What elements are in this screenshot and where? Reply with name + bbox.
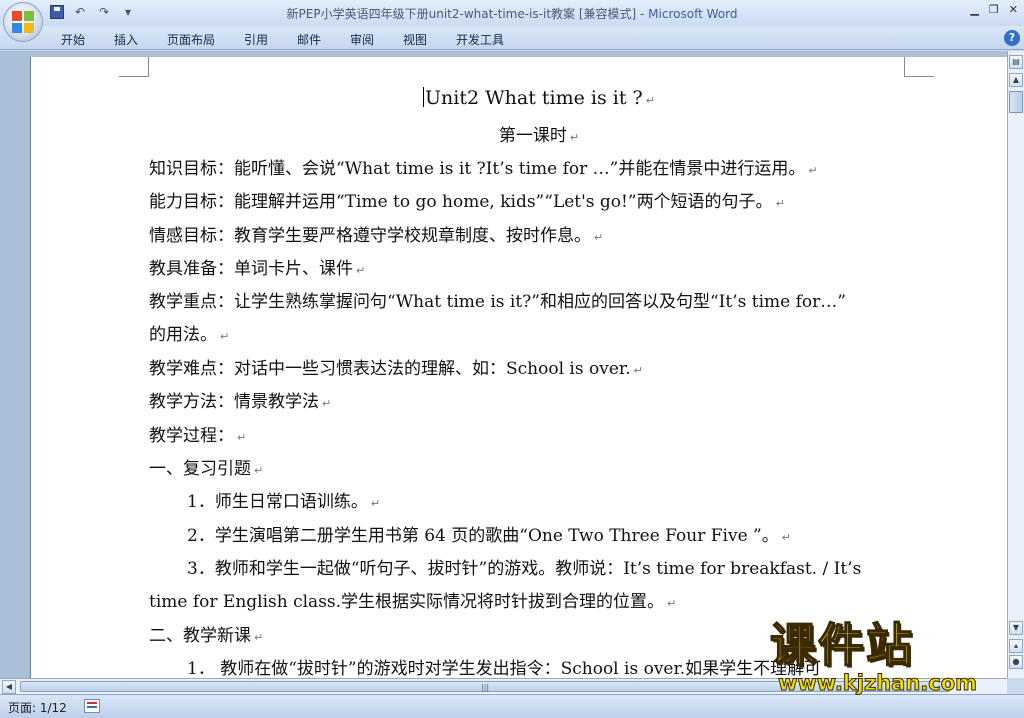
scroll-left-icon[interactable]: ◀ [2,680,16,694]
paragraph: 能力目标：能理解并运用“Time to go home, kids”“Let's… [149,192,785,212]
list-item-continuation: time for English class.学生根据实际情况将时针拔到合理的位… [149,592,677,612]
restore-button[interactable]: ❐ [989,3,999,16]
paragraph: 知识目标：能听懂、会说“What time is it ?It’s time f… [149,159,818,179]
office-logo-icon [12,11,34,33]
window-controls: ▁ ❐ ✕ [970,3,1018,16]
watermark-url: www.kjzhan.com [778,671,978,695]
paragraph: 教学难点：对话中一些习惯表达法的理解、如：School is over. ↵ [149,359,643,379]
help-icon[interactable]: ? [1004,30,1020,46]
document-page[interactable]: Unit2 What time is it ? ↵ 第一课时 ↵ 知识目标：能听懂、… [30,57,1007,678]
list-item: 1． 教师在做“拔时针”的游戏时对学生发出指令：School is over.如… [187,659,822,678]
text-cursor [423,87,425,107]
section-heading: 二、教学新课 ↵ [149,626,264,646]
tab-home[interactable]: 开始 [61,31,85,48]
paragraph: 教学重点：让学生熟练掌握问句“What time is it?”和相应的回答以及… [149,292,846,312]
tab-mailings[interactable]: 邮件 [297,31,321,48]
document-title: Unit2 What time is it ? ↵ [423,87,655,109]
watermark-text: 课件站 [769,617,914,673]
select-browse-object-icon[interactable]: ● [1009,655,1023,669]
tab-developer[interactable]: 开发工具 [456,31,504,48]
vertical-scrollbar[interactable]: ▤ ▲ ▼ ▴ ● [1007,51,1024,678]
app-name: Microsoft Word [648,7,738,21]
proofing-status-icon[interactable] [84,699,100,713]
status-bar: 页面: 1/12 [0,694,1024,718]
vertical-scroll-thumb[interactable] [1009,91,1023,113]
document-subtitle: 第一课时 ↵ [498,126,580,146]
minimize-button[interactable]: ▁ [970,3,978,16]
page-count[interactable]: 页面: 1/12 [8,699,67,716]
close-button[interactable]: ✕ [1009,3,1018,16]
tab-review[interactable]: 审阅 [350,31,374,48]
paragraph: 情感目标：教育学生要严格遵守学校规章制度、按时作息。 ↵ [149,226,604,246]
window-title: 新PEP小学英语四年级下册unit2-what-time-is-it教案 [兼容… [0,5,1024,22]
ribbon-tabs: 开始 插入 页面布局 引用 邮件 审阅 视图 开发工具 ? [0,26,1024,50]
paragraph: 教学过程： ↵ [149,426,247,446]
document-name: 新PEP小学英语四年级下册unit2-what-time-is-it教案 [兼容… [286,7,649,21]
section-heading: 一、复习引题 ↵ [149,459,264,479]
scroll-down-icon[interactable]: ▼ [1009,621,1023,635]
list-item: 2．学生演唱第二册学生用书第 64 页的歌曲“One Two Three Fou… [187,526,791,546]
list-item: 3．教师和学生一起做“听句子、拔时针”的游戏。教师说：It’s time for… [187,559,862,579]
paragraph: 教学方法：情景教学法 ↵ [149,392,332,412]
watermark-logo: 课件站 www.kjzhan.com [769,617,1010,696]
paragraph: 的用法。 ↵ [149,325,230,345]
paragraph: 教具准备：单词卡片、课件 ↵ [149,259,366,279]
title-bar: ↶ ↷ ▾ 新PEP小学英语四年级下册unit2-what-time-is-it… [0,0,1024,42]
scroll-grip-icon: ||| [481,683,490,692]
tab-page-layout[interactable]: 页面布局 [167,31,215,48]
office-button[interactable] [3,2,43,42]
tab-view[interactable]: 视图 [403,31,427,48]
document-workspace: Unit2 What time is it ? ↵ 第一课时 ↵ 知识目标：能听懂、… [0,51,1007,678]
tab-references[interactable]: 引用 [244,31,268,48]
crop-mark-top-left [119,57,149,77]
tab-insert[interactable]: 插入 [114,31,138,48]
scroll-up-icon[interactable]: ▲ [1009,73,1023,87]
previous-page-icon[interactable]: ▴ [1009,639,1023,653]
ruler-toggle-icon[interactable]: ▤ [1009,55,1023,69]
crop-mark-top-right [904,57,934,77]
list-item: 1．师生日常口语训练。 ↵ [187,492,381,512]
